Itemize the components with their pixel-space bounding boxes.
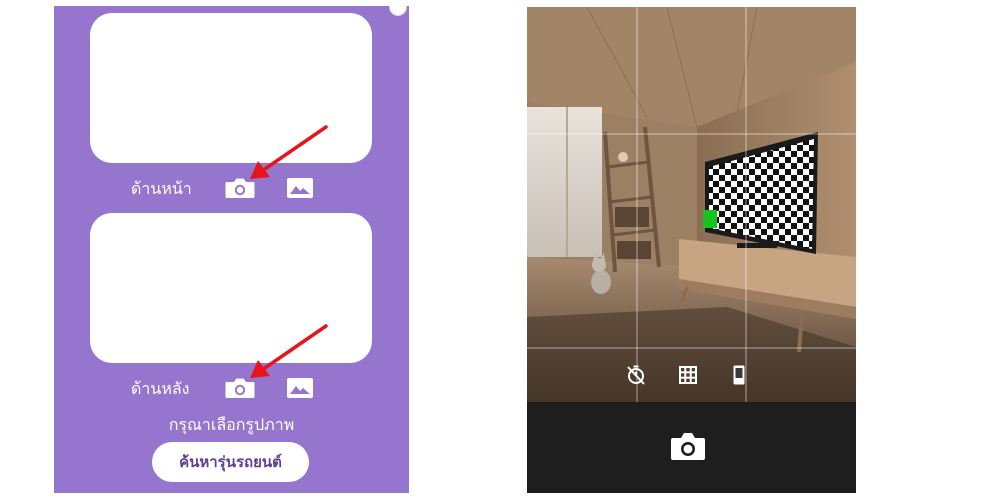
timer-off-icon[interactable] [625,364,647,386]
search-car-model-button[interactable]: ค้นหารุ่นรถยนต์ [152,442,309,482]
back-annotation-arrow [250,324,328,378]
car-photo-upload-panel: ด้านหน้า ด้านหลัง กรุณาเลือกรูปภาพ ค้นหา… [54,6,409,493]
camera-screen [527,7,856,493]
aspect-ratio-icon[interactable] [728,364,750,386]
corner-button[interactable] [389,6,407,16]
front-photo-row: ด้านหน้า [54,174,409,202]
camera-icon[interactable] [669,430,707,462]
grid-icon[interactable] [677,364,699,386]
select-image-hint: กรุณาเลือกรูปภาพ [168,415,295,434]
camera-bottom-bar [527,402,856,493]
back-photo-row: ด้านหลัง [54,374,409,402]
front-annotation-arrow [250,125,328,179]
camera-viewfinder [527,7,856,402]
front-photo-label: ด้านหน้า [131,179,192,198]
viewfinder-scene [527,7,856,402]
back-photo-label: ด้านหลัง [131,379,190,398]
window [527,107,602,257]
